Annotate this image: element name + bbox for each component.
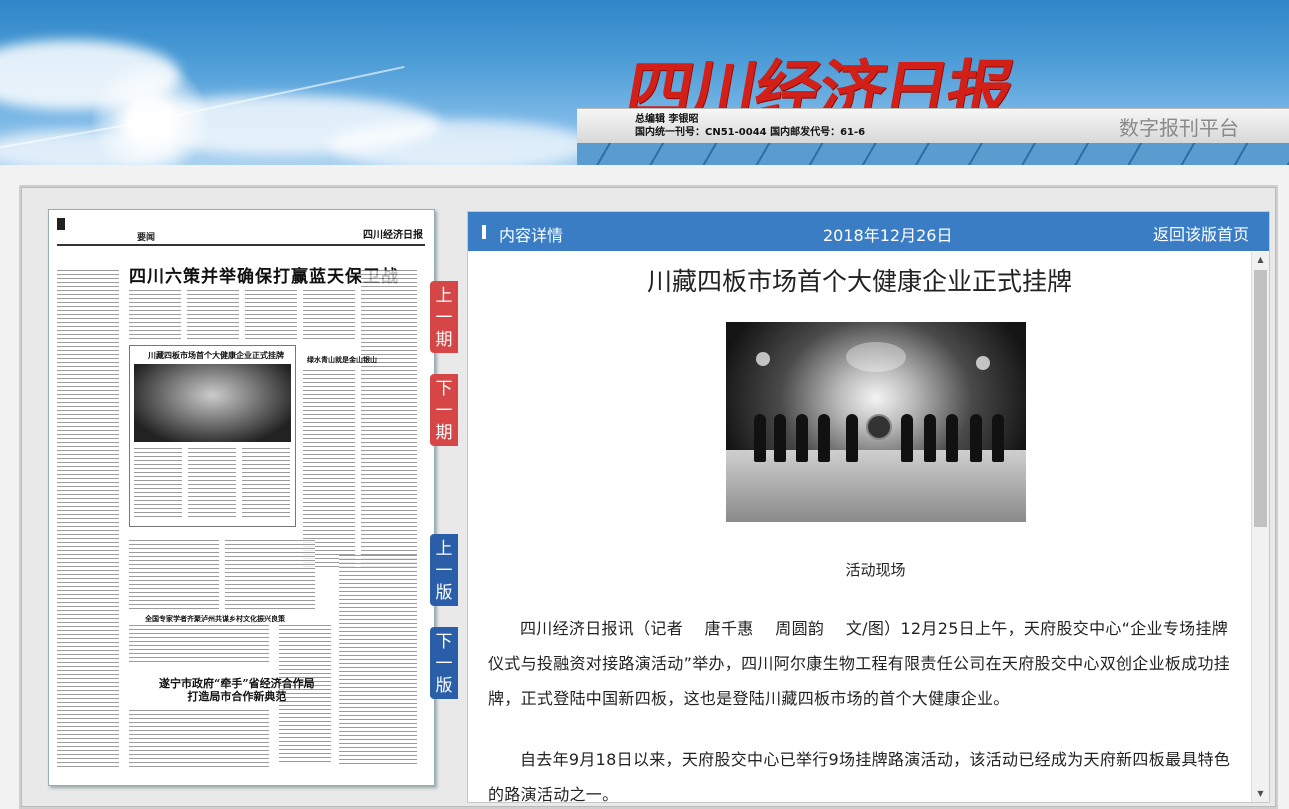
cloud-decoration bbox=[330, 120, 590, 165]
text-column[interactable] bbox=[187, 290, 239, 340]
header-stripes bbox=[577, 143, 1289, 165]
page-headline[interactable]: 四川六策并举确保打赢蓝天保卫战 bbox=[129, 262, 399, 287]
gong-icon bbox=[866, 414, 892, 440]
page-subheadline[interactable]: 绿水青山就是金山银山 bbox=[307, 355, 377, 365]
prev-page-button[interactable]: 上一版 bbox=[430, 534, 458, 606]
scroll-thumb[interactable] bbox=[1254, 270, 1267, 527]
text-column[interactable] bbox=[129, 710, 269, 770]
page-big-headline[interactable]: 遂宁市政府“牵手”省经济合作局 打造局市合作新典范 bbox=[159, 677, 315, 703]
article-title: 川藏四板市场首个大健康企业正式挂牌 bbox=[646, 267, 1072, 296]
article-photo[interactable] bbox=[726, 322, 1026, 522]
text-column[interactable] bbox=[225, 540, 315, 610]
photo-caption: 活动现场 bbox=[845, 561, 906, 579]
text-column[interactable] bbox=[129, 290, 181, 340]
page-logo: 四川经济日报 bbox=[363, 230, 423, 241]
back-to-page-link[interactable]: 返回该版首页 bbox=[1153, 221, 1249, 245]
text-column[interactable] bbox=[129, 625, 269, 665]
text-column[interactable] bbox=[57, 270, 119, 770]
person-figure bbox=[818, 414, 830, 462]
section-label: 内容详情 bbox=[499, 226, 564, 245]
vertical-scrollbar[interactable]: ▲ ▼ bbox=[1251, 252, 1269, 802]
bar-marker-icon bbox=[482, 225, 486, 239]
person-figure bbox=[924, 414, 936, 462]
page-subheadline[interactable]: 全国专家学者齐聚泸州共谋乡村文化振兴良策 bbox=[145, 614, 285, 624]
page-photo bbox=[134, 364, 291, 442]
platform-label: 数字报刊平台 bbox=[1119, 116, 1239, 140]
person-figure bbox=[946, 414, 958, 462]
stage-light bbox=[846, 342, 906, 372]
page-article-box[interactable]: 川藏四板市场首个大健康企业正式挂牌 bbox=[129, 345, 296, 527]
page-masthead: 要闻 四川经济日报 bbox=[57, 216, 425, 246]
scroll-up-arrow-icon[interactable]: ▲ bbox=[1252, 252, 1269, 268]
person-figure bbox=[846, 414, 858, 462]
prev-issue-button[interactable]: 上一期 bbox=[430, 281, 458, 353]
person-figure bbox=[970, 414, 982, 462]
next-page-button[interactable]: 下一版 bbox=[430, 627, 458, 699]
page-section: 要闻 bbox=[137, 233, 156, 243]
text-column bbox=[188, 448, 236, 520]
person-figure bbox=[754, 414, 766, 462]
panel-header: 内容详情 2018年12月26日 返回该版首页 bbox=[468, 212, 1269, 251]
text-column[interactable] bbox=[339, 555, 417, 765]
person-figure bbox=[901, 414, 913, 462]
text-column bbox=[134, 448, 182, 520]
text-column bbox=[242, 448, 290, 520]
stage-light bbox=[756, 352, 770, 366]
article-paragraph: 自去年9月18日以来，天府股交中心已举行9场挂牌路演活动，该活动已经成为天府新四… bbox=[488, 750, 1231, 802]
person-figure bbox=[774, 414, 786, 462]
text-column[interactable] bbox=[361, 270, 417, 570]
article-paragraph: 四川经济日报讯（记者 唐千惠 周圆韵 文/图）12月25日上午，天府股交中心“企… bbox=[488, 619, 1231, 708]
page-number-block bbox=[57, 218, 65, 230]
person-figure bbox=[992, 414, 1004, 462]
issn-line: 国内统一刊号：CN51-0044 国内邮发代号：61-6 bbox=[635, 127, 866, 138]
text-column[interactable] bbox=[129, 540, 219, 610]
site-header: 四川经济日报 总编辑 李银昭 国内统一刊号：CN51-0044 国内邮发代号：6… bbox=[0, 0, 1289, 165]
header-info: 总编辑 李银昭 国内统一刊号：CN51-0044 国内邮发代号：61-6 bbox=[635, 113, 865, 139]
person-figure bbox=[796, 414, 808, 462]
box-title: 川藏四板市场首个大健康企业正式挂牌 bbox=[148, 350, 284, 360]
article-content: 川藏四板市场首个大健康企业正式挂牌 活动现场 四川经济日报讯（记者 唐千惠 周圆… bbox=[468, 252, 1251, 802]
issue-date: 2018年12月26日 bbox=[823, 226, 953, 245]
header-info-bar: 总编辑 李银昭 国内统一刊号：CN51-0044 国内邮发代号：61-6 数字报… bbox=[577, 108, 1289, 144]
scroll-down-arrow-icon[interactable]: ▼ bbox=[1252, 786, 1269, 802]
next-issue-button[interactable]: 下一期 bbox=[430, 374, 458, 446]
stage-light bbox=[976, 356, 990, 370]
text-column[interactable] bbox=[303, 290, 355, 340]
article-panel: 内容详情 2018年12月26日 返回该版首页 川藏四板市场首个大健康企业正式挂… bbox=[467, 211, 1270, 803]
newspaper-page-thumbnail[interactable]: 要闻 四川经济日报 四川六策并举确保打赢蓝天保卫战 川藏四板市场首个大健康企业正… bbox=[48, 209, 435, 786]
editor-line: 总编辑 李银昭 bbox=[635, 114, 699, 125]
text-column[interactable] bbox=[245, 290, 297, 340]
